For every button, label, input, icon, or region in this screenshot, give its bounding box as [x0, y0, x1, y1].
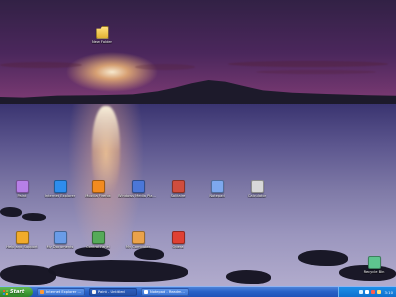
desktop-icon-help[interactable]: Help and Support [1, 231, 43, 259]
desktop-icon-solitaire[interactable]: Solitaire [157, 180, 199, 208]
desktop-icon-my-documents[interactable]: My Documents [39, 231, 81, 259]
opera-icon [171, 231, 185, 244]
desktop-icon-label: Paint [17, 194, 27, 198]
windows-logo-icon [2, 289, 9, 295]
taskbar-window-label: Internet Explorer - Bing [46, 290, 82, 294]
foreground-rock [0, 265, 56, 285]
desktop-icon-my-computer[interactable]: My Computer [117, 231, 159, 259]
desktop-icon-label: My Documents [46, 245, 74, 249]
desktop-icon-control-panel[interactable]: Control Panel [77, 231, 119, 259]
paint-icon [15, 180, 29, 193]
windows-logo-green-tile [5, 289, 9, 292]
cloud-band [135, 64, 195, 70]
desktop-icon-top-folder[interactable]: New Folder [81, 26, 123, 54]
foreground-rock [48, 260, 188, 282]
cloud-band [228, 61, 388, 67]
taskbar-window-paint[interactable]: Paint - Untitled [89, 288, 137, 296]
computer-icon [131, 231, 145, 244]
clock[interactable]: 3:10 [384, 290, 393, 295]
media-player-icon [131, 180, 145, 193]
calculator-icon [250, 180, 264, 193]
documents-icon [53, 231, 67, 244]
update-icon[interactable] [377, 290, 382, 294]
notepad-icon [210, 180, 224, 193]
taskbar-window-label: Paint - Untitled [98, 290, 125, 294]
firefox-icon [91, 180, 105, 193]
control-panel-icon [91, 231, 105, 244]
foreground-rock [298, 250, 348, 266]
foreground-rock [0, 207, 22, 217]
help-icon [15, 231, 29, 244]
desktop-icon-label: Control Panel [86, 245, 110, 249]
notepad-icon [144, 290, 148, 294]
desktop-icon-label: Solitaire [170, 194, 186, 198]
desktop-icon-label: Opera [172, 245, 184, 249]
desktop-icon-label: Calculator [247, 194, 267, 198]
internet-explorer-icon [53, 180, 67, 193]
recycle-bin-icon [367, 256, 381, 269]
desktop-icon-firefox[interactable]: Mozilla Firefox [77, 180, 119, 208]
start-label: Start [10, 289, 25, 295]
ie-icon [40, 290, 44, 294]
start-button[interactable]: Start [0, 287, 33, 297]
desktop-icon-label: Internet Explorer [44, 194, 76, 198]
desktop-icon-recycle-bin[interactable]: Recycle Bin [353, 256, 395, 284]
taskbar: Start Internet Explorer - Bing Paint - U… [0, 286, 396, 297]
cloud-band [256, 70, 376, 74]
desktop-icon-internet-explorer[interactable]: Internet Explorer [39, 180, 81, 208]
desktop-icon-label: New Folder [91, 40, 113, 44]
desktop-icon-label: Windows Media Player [118, 194, 158, 198]
desktop-icon-paint[interactable]: Paint [1, 180, 43, 208]
foreground-rock [226, 270, 271, 284]
foreground-rock [22, 213, 46, 221]
security-icon[interactable] [371, 290, 376, 294]
folder-icon [95, 26, 109, 39]
desktop-icon-label: Mozilla Firefox [85, 194, 111, 198]
taskbar-window-label: Notepad - Readme.txt [150, 290, 186, 294]
network-icon[interactable] [359, 290, 364, 294]
windows-logo-yellow-tile [5, 292, 8, 295]
solitaire-icon [171, 180, 185, 193]
desktop[interactable]: New Folder Paint Internet Explorer Mozil… [0, 0, 396, 297]
volume-icon[interactable] [365, 290, 370, 294]
desktop-icon-label: My Computer [125, 245, 151, 249]
taskbar-window-ie[interactable]: Internet Explorer - Bing [37, 288, 85, 296]
desktop-icon-label: Recycle Bin [363, 270, 385, 274]
paint-icon [92, 290, 96, 294]
system-tray: 3:10 [338, 287, 396, 297]
desktop-icon-notepad[interactable]: Notepad [196, 180, 238, 208]
desktop-icon-opera[interactable]: Opera [157, 231, 199, 259]
cloud-band [0, 62, 82, 68]
desktop-icon-label: Help and Support [6, 245, 38, 249]
desktop-icon-calculator[interactable]: Calculator [236, 180, 278, 208]
desktop-icon-label: Notepad [209, 194, 225, 198]
desktop-icon-media-player[interactable]: Windows Media Player [117, 180, 159, 208]
taskbar-window-notepad[interactable]: Notepad - Readme.txt [141, 288, 189, 296]
